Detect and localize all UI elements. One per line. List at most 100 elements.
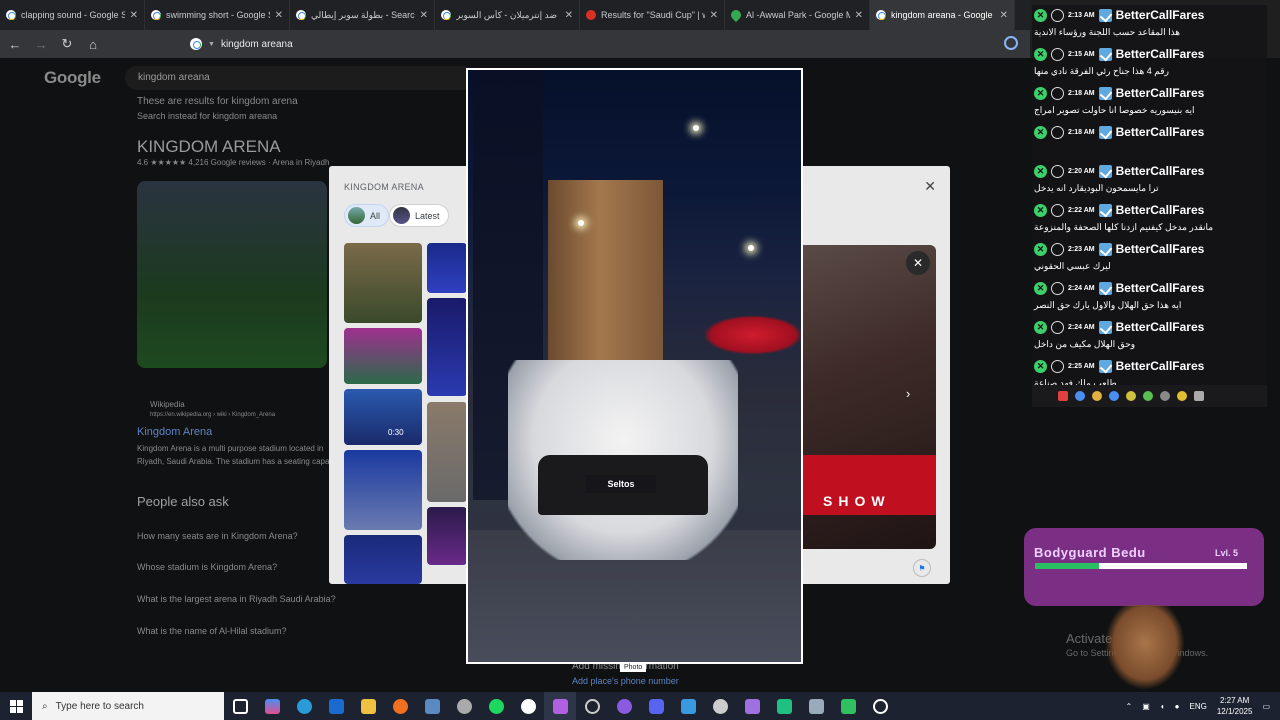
verified-icon xyxy=(1098,8,1112,22)
chat-username[interactable]: BetterCallFares xyxy=(1116,47,1205,61)
preview-image[interactable]: SHOW xyxy=(803,245,936,549)
firefox-icon[interactable] xyxy=(384,692,416,720)
copilot-icon[interactable] xyxy=(256,692,288,720)
globe-icon[interactable] xyxy=(1004,36,1018,50)
taskbar-search-input[interactable]: ⌕ Type here to search xyxy=(32,692,224,720)
chat-username[interactable]: BetterCallFares xyxy=(1116,320,1205,334)
task-view-icon[interactable] xyxy=(224,692,256,720)
video-thumbnail[interactable] xyxy=(344,389,422,445)
close-tab-icon[interactable]: ✕ xyxy=(855,10,863,21)
app-icon[interactable] xyxy=(768,692,800,720)
emoji-icon[interactable] xyxy=(1143,391,1153,401)
tab-kingdom-areana[interactable]: kingdom areana - Google Search ✕ xyxy=(870,0,1015,30)
chevron-right-icon[interactable]: › xyxy=(906,386,910,401)
chip-all[interactable]: All xyxy=(344,204,390,227)
paa-question[interactable]: What is the largest arena in Riyadh Saud… xyxy=(137,594,336,604)
pause-icon[interactable] xyxy=(1058,391,1068,401)
tab-bologna-inter[interactable]: بولونيا ضد إنترميلان - كأس السوبر ✕ xyxy=(435,0,580,30)
app-icon[interactable] xyxy=(800,692,832,720)
chevron-up-icon[interactable]: ⌃ xyxy=(1126,702,1133,711)
outlook-icon[interactable] xyxy=(320,692,352,720)
gallery-thumbnail[interactable] xyxy=(427,298,467,396)
chat-icon[interactable] xyxy=(1075,391,1085,401)
chat-username[interactable]: BetterCallFares xyxy=(1116,359,1205,373)
back-icon[interactable]: ← xyxy=(6,35,24,53)
app-icon[interactable] xyxy=(672,692,704,720)
address-bar[interactable]: ▼ kingdom areana xyxy=(190,33,990,55)
chevron-down-icon: ▼ xyxy=(208,40,215,48)
close-icon[interactable]: ✕ xyxy=(906,251,930,275)
paa-question[interactable]: How many seats are in Kingdom Arena? xyxy=(137,531,298,541)
gallery-thumbnail[interactable] xyxy=(344,535,422,584)
close-tab-icon[interactable]: ✕ xyxy=(275,10,283,21)
tab-clapping-sound[interactable]: clapping sound - Google Search ✕ xyxy=(0,0,145,30)
gallery-thumbnail[interactable] xyxy=(427,243,467,293)
app-icon[interactable] xyxy=(736,692,768,720)
volume-icon[interactable]: ◖ xyxy=(1160,702,1165,711)
tab-italian-super[interactable]: بطولة سوبر إيطالي - Search ✕ xyxy=(290,0,435,30)
chat-username[interactable]: BetterCallFares xyxy=(1116,203,1205,217)
chip-latest[interactable]: Latest xyxy=(389,204,449,227)
spotify-icon[interactable] xyxy=(480,692,512,720)
reload-icon[interactable]: ↻ xyxy=(58,35,76,53)
settings-icon[interactable] xyxy=(1160,391,1170,401)
app-icon[interactable] xyxy=(704,692,736,720)
google-logo[interactable]: Google xyxy=(44,68,101,88)
gallery-thumbnail[interactable] xyxy=(427,507,467,565)
home-icon[interactable]: ⌂ xyxy=(84,35,102,53)
enlarged-photo[interactable]: Seltos xyxy=(466,68,803,664)
calculator-icon[interactable] xyxy=(416,692,448,720)
search-input[interactable]: kingdom areana xyxy=(125,66,475,90)
app-icon[interactable] xyxy=(544,692,576,720)
clock[interactable]: 2:27 AM 12/1/2025 xyxy=(1217,695,1253,717)
chat-username[interactable]: BetterCallFares xyxy=(1116,86,1205,100)
chat-username[interactable]: BetterCallFares xyxy=(1116,281,1205,295)
keyboard-icon[interactable] xyxy=(1194,391,1204,401)
paa-question[interactable]: What is the name of Al-Hilal stadium? xyxy=(137,626,287,636)
close-tab-icon[interactable]: ✕ xyxy=(420,10,428,21)
chat-username[interactable]: BetterCallFares xyxy=(1116,8,1205,22)
verified-icon xyxy=(1098,86,1112,100)
tab-maps[interactable]: Al -Awwal Park - Google Maps ✕ xyxy=(725,0,870,30)
edge-icon[interactable] xyxy=(288,692,320,720)
chat-username[interactable]: BetterCallFares xyxy=(1116,125,1205,139)
gallery-thumbnail[interactable] xyxy=(344,450,422,530)
gallery-thumbnail[interactable] xyxy=(344,328,422,384)
emoji-icon[interactable] xyxy=(1126,391,1136,401)
network-icon[interactable]: ▣ xyxy=(1142,702,1150,711)
flag-icon[interactable]: ⚑ xyxy=(913,559,931,577)
bell-icon[interactable] xyxy=(1092,391,1102,401)
chat-username[interactable]: BetterCallFares xyxy=(1116,242,1205,256)
paa-question[interactable]: Whose stadium is Kingdom Arena? xyxy=(137,562,277,572)
add-phone-link[interactable]: Add place's phone number xyxy=(572,676,679,686)
settings-icon[interactable] xyxy=(864,692,896,720)
microphone-icon[interactable]: ● xyxy=(1175,702,1180,711)
forward-icon[interactable]: → xyxy=(32,35,50,53)
notification-icon[interactable]: ▭ xyxy=(1262,702,1270,711)
search-instead-link[interactable]: Search instead for kingdom areana xyxy=(137,111,277,121)
gallery-thumbnail[interactable] xyxy=(427,402,467,502)
broom-icon[interactable] xyxy=(1177,391,1187,401)
language-indicator[interactable]: ENG xyxy=(1190,702,1207,711)
close-tab-icon[interactable]: ✕ xyxy=(710,10,718,21)
stadium-image[interactable] xyxy=(137,181,327,368)
app-icon[interactable] xyxy=(832,692,864,720)
windows-start-icon[interactable] xyxy=(0,692,32,720)
app-icon[interactable] xyxy=(576,692,608,720)
discord-icon[interactable] xyxy=(640,692,672,720)
clock-date: 12/1/2025 xyxy=(1216,707,1253,716)
close-tab-icon[interactable]: ✕ xyxy=(565,10,573,21)
close-tab-icon[interactable]: ✕ xyxy=(1000,10,1008,21)
chat-username[interactable]: BetterCallFares xyxy=(1116,164,1205,178)
wiki-title-link[interactable]: Kingdom Arena xyxy=(137,426,212,438)
file-explorer-icon[interactable] xyxy=(352,692,384,720)
filter-icon[interactable] xyxy=(1109,391,1119,401)
app-icon[interactable] xyxy=(512,692,544,720)
close-icon[interactable]: ✕ xyxy=(924,178,936,195)
app-icon[interactable] xyxy=(608,692,640,720)
close-tab-icon[interactable]: ✕ xyxy=(130,10,138,21)
gallery-thumbnail[interactable] xyxy=(344,243,422,323)
tab-webook[interactable]: Results for "Saudi Cup" | webook.com ✕ xyxy=(580,0,725,30)
app-icon[interactable] xyxy=(448,692,480,720)
tab-swimming-short[interactable]: swimming short - Google Search ✕ xyxy=(145,0,290,30)
